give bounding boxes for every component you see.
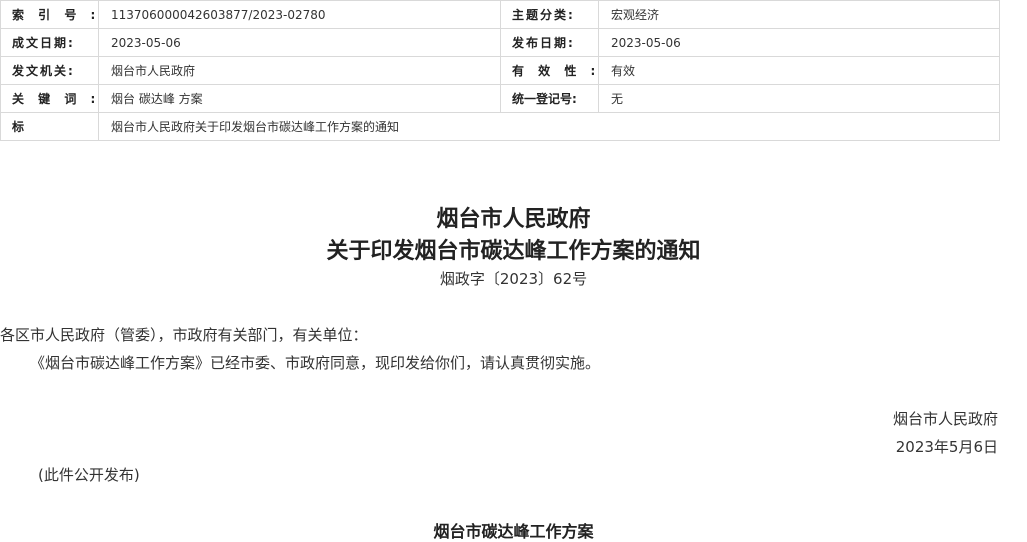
meta-row-index: 索 引 号 : 113706000042603877/2023-02780 主题…	[0, 0, 1000, 29]
written-date-value: 2023-05-06	[98, 28, 501, 57]
public-release-note: (此件公开发布)	[38, 466, 140, 484]
written-date-label: 成文日期:	[0, 28, 99, 57]
body-paragraph: 《烟台市碳达峰工作方案》已经市委、市政府同意，现印发给你们，请认真贯彻实施。	[30, 354, 601, 372]
meta-row-issuer: 发文机关: 烟台市人民政府 有 效 性 : 有效	[0, 56, 1000, 85]
issuer-label: 发文机关:	[0, 56, 99, 85]
validity-value: 有效	[598, 56, 1000, 85]
index-no-value: 113706000042603877/2023-02780	[98, 0, 501, 29]
document-title-line1: 烟台市人民政府	[436, 207, 591, 232]
index-no-label: 索 引 号 :	[0, 0, 99, 29]
title-value: 烟台市人民政府关于印发烟台市碳达峰工作方案的通知	[98, 112, 1000, 141]
title-label: 标 题 :	[0, 112, 99, 141]
meta-row-title: 标 题 : 烟台市人民政府关于印发烟台市碳达峰工作方案的通知	[0, 112, 1000, 141]
validity-label: 有 效 性 :	[500, 56, 599, 85]
document-number: 烟政字〔2023〕62号	[439, 270, 588, 288]
meta-row-keywords: 关 键 词 : 烟台 碳达峰 方案 统一登记号: 无	[0, 84, 1000, 113]
issuer-value: 烟台市人民政府	[98, 56, 501, 85]
publish-date-label: 发布日期:	[500, 28, 599, 57]
reg-no-label: 统一登记号:	[500, 84, 599, 113]
annex-title: 烟台市碳达峰工作方案	[433, 522, 594, 541]
signature-organization: 烟台市人民政府	[892, 410, 998, 428]
keywords-value: 烟台 碳达峰 方案	[98, 84, 501, 113]
meta-row-dates: 成文日期: 2023-05-06 发布日期: 2023-05-06	[0, 28, 1000, 57]
subject-label: 主题分类:	[500, 0, 599, 29]
document-metadata-table: 索 引 号 : 113706000042603877/2023-02780 主题…	[0, 0, 1000, 141]
document-title-line2: 关于印发烟台市碳达峰工作方案的通知	[326, 239, 701, 264]
subject-value: 宏观经济	[598, 0, 1000, 29]
keywords-label: 关 键 词 :	[0, 84, 99, 113]
addressee-paragraph: 各区市人民政府（管委），市政府有关部门，有关单位：	[0, 326, 368, 344]
signature-date: 2023年5月6日	[895, 438, 998, 456]
publish-date-value: 2023-05-06	[598, 28, 1000, 57]
reg-no-value: 无	[598, 84, 1000, 113]
